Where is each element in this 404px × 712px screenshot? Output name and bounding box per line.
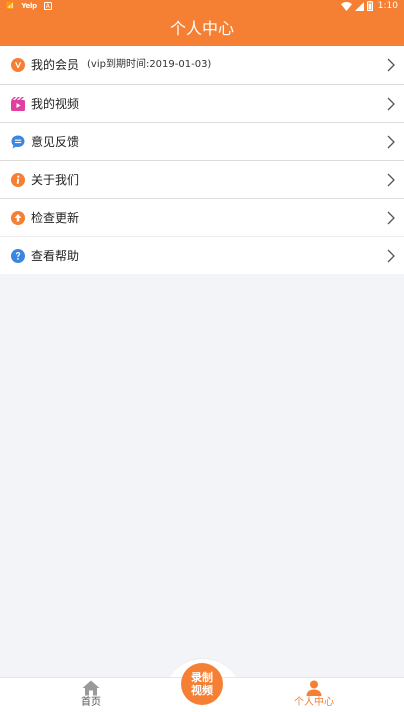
record-video-button[interactable]: 录制 视频 [181,663,223,705]
menu-item-check-update[interactable]: 检查更新 [0,198,404,236]
menu-item-label: 我的视频 [31,97,80,111]
home-icon [82,680,100,696]
wifi-icon [340,1,352,11]
info-icon [11,173,25,187]
chevron-right-icon [387,97,395,111]
yelp-notification-icon: Yelp [21,2,37,10]
tab-personal-center[interactable]: 个人中心 [274,677,354,712]
menu-item-label: 我的会员 [31,58,80,72]
menu-item-about-us[interactable]: 关于我们 [0,160,404,198]
chevron-right-icon [387,173,395,187]
video-icon [11,97,25,111]
feedback-icon [11,135,25,149]
menu-item-label: 检查更新 [31,211,80,225]
menu-item-my-videos[interactable]: 我的视频 [0,84,404,122]
record-video-label-line2: 视频 [191,684,213,697]
menu-list: 我的会员 (vip到期时间:2019-01-03) 我的视频 意见反馈 关于我们… [0,46,404,274]
cell-signal-icon [354,1,364,11]
tab-home[interactable]: 首页 [51,677,131,712]
chevron-right-icon [387,58,395,72]
record-video-label-line1: 录制 [191,671,213,684]
tab-personal-center-label: 个人中心 [294,697,334,708]
vip-expiry-text: (vip到期时间:2019-01-03) [87,59,212,70]
page-title: 个人中心 [169,19,234,38]
menu-item-help[interactable]: 查看帮助 [0,236,404,274]
menu-item-membership[interactable]: 我的会员 (vip到期时间:2019-01-03) [0,46,404,84]
signal-notification-icon: 📶 [6,2,15,10]
chevron-right-icon [387,135,395,149]
menu-item-label: 意见反馈 [31,135,80,149]
update-icon [11,211,25,225]
menu-item-feedback[interactable]: 意见反馈 [0,122,404,160]
help-icon [11,249,25,263]
chevron-right-icon [387,211,395,225]
menu-item-label: 关于我们 [31,173,80,187]
menu-item-label: 查看帮助 [31,249,80,263]
status-time: 1:10 [377,1,398,11]
status-bar: 📶 Yelp A 1:10 [0,0,404,12]
vip-icon [11,58,25,72]
user-icon [305,680,323,696]
tab-home-label: 首页 [81,697,101,708]
app-notification-icon: A [43,2,52,10]
battery-icon [366,1,373,11]
chevron-right-icon [387,249,395,263]
